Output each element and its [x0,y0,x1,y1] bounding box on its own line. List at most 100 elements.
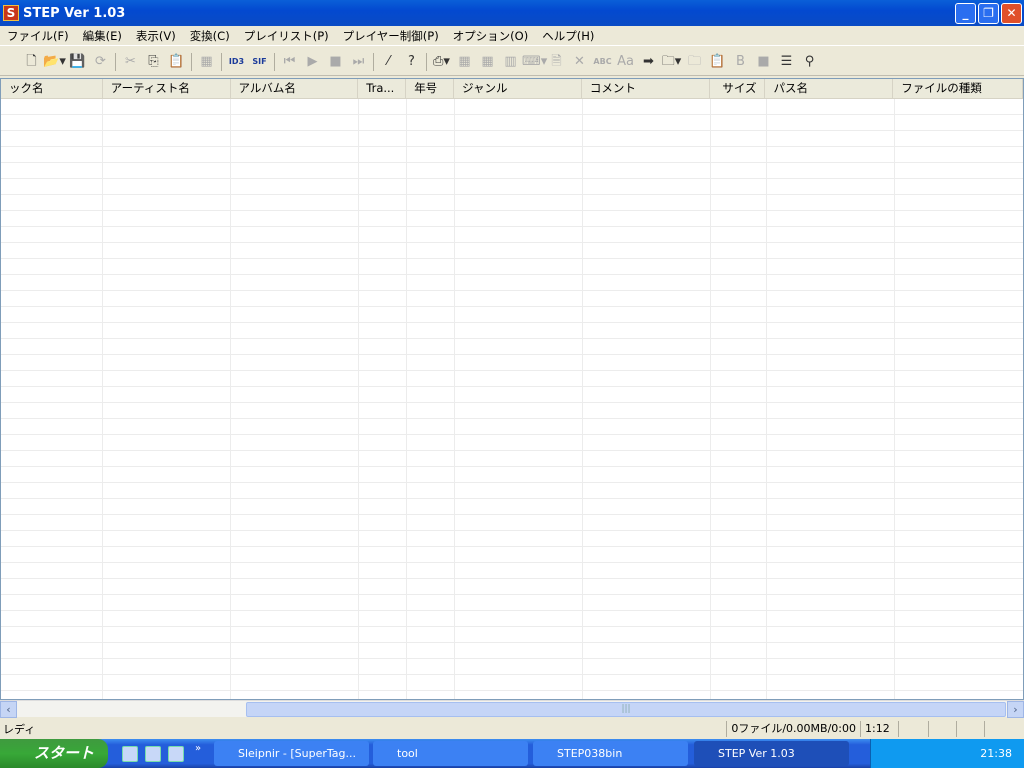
scroll-right-button[interactable]: › [1007,701,1024,718]
status-text: レディ [3,723,36,736]
toolbar-separator [115,52,116,71]
play-icon[interactable]: ▶ [301,51,324,73]
app-icon[interactable]: S [3,5,19,21]
convert-icon[interactable]: ⎙▾ [430,51,453,73]
menu-item[interactable]: 編集(E) [76,28,129,44]
scroll-left-button[interactable]: ‹ [0,701,17,718]
filename-icon[interactable]: B [729,51,752,73]
toolbar-separator [191,52,192,71]
menu-item[interactable]: ファイル(F) [0,28,76,44]
taskbar-button[interactable]: Sleipnir - [SuperTag... [214,741,369,766]
column-divider [582,99,583,699]
paste-icon[interactable]: 📋 [165,51,188,73]
taskbar-button[interactable]: STEP038bin [533,741,688,766]
taskbar-button[interactable]: STEP Ver 1.03 [694,741,849,766]
file-list[interactable]: ック名 アーティスト名 アルバム名 Tra... 年号 ジャンル コメント サイズ パス名 ファイ… [0,78,1024,700]
columns-icon[interactable]: ▥ [499,51,522,73]
list-header: ック名 アーティスト名 アルバム名 Tra... 年号 ジャンル コメント サイズ パス名 ファイ… [1,79,1023,99]
window-title: STEP Ver 1.03 [23,5,126,21]
previous-icon[interactable]: ⏮ [278,51,301,73]
system-tray: 21:38 [870,739,1024,768]
quicklaunch-j-icon[interactable] [168,746,184,762]
clipboard-add-icon[interactable]: 📋 [706,51,729,73]
open-folder-icon[interactable]: 📂▾ [43,51,66,73]
menu-item[interactable]: 表示(V) [129,28,183,44]
list-rows[interactable] [1,99,1023,699]
sort-list-icon[interactable]: ☰ [775,51,798,73]
column-divider [894,99,895,699]
menu-item[interactable]: ヘルプ(H) [535,28,601,44]
toolbar-separator [426,52,427,71]
toolbar-separator [274,52,275,71]
new-file-icon[interactable]: 🗋 [20,51,43,73]
column-header[interactable]: サイズ [710,79,766,98]
column-header[interactable]: ック名 [1,79,103,98]
taskbar: スタート » Sleipnir - [SuperTag... tool STEP03… [0,739,1024,768]
id3-tag-icon[interactable]: ID3 [225,51,248,73]
restore-button[interactable]: ❐ [978,3,999,24]
help-icon[interactable]: ? [400,51,423,73]
folder-gray-icon[interactable]: 🗀 [683,51,706,73]
arrow-list-icon[interactable]: ➡ [637,51,660,73]
quicklaunch-more-icon[interactable]: » [195,743,201,754]
clock[interactable]: 21:38 [980,747,1012,760]
toolbar-separator [373,52,374,71]
case-icon[interactable]: Aa [614,51,637,73]
menu-item[interactable]: オプション(O) [446,28,536,44]
column-header[interactable]: アーティスト名 [103,79,231,98]
abc-icon[interactable]: ABC [591,51,614,73]
table2-icon[interactable]: ▦ [476,51,499,73]
gray-box-icon[interactable]: ■ [752,51,775,73]
folder-star-icon[interactable]: 🗀▾ [660,51,683,73]
status-pane [898,721,928,737]
scroll-thumb[interactable]: ||| [246,702,1006,717]
copy-icon[interactable]: ⎘ [142,51,165,73]
minimize-button[interactable]: _ [955,3,976,24]
sif-id3v2-icon[interactable]: SIF [248,51,271,73]
taskbar-button[interactable]: tool [373,741,528,766]
column-divider [766,99,767,699]
delete-icon[interactable]: ✕ [568,51,591,73]
next-icon[interactable]: ⏭ [347,51,370,73]
title-bar: S STEP Ver 1.03 _ ❐ ✕ [0,0,1024,26]
column-divider [358,99,359,699]
column-header[interactable]: アルバム名 [231,79,359,98]
status-time: 1:12 [860,721,898,737]
menu-bar: ファイル(F) 編集(E) 表示(V) 変換(C) プレイリスト(P) プレイヤー制御(P… [0,26,1024,46]
table-icon[interactable]: ▦ [453,51,476,73]
menu-item[interactable]: プレイリスト(P) [237,28,336,44]
menu-item[interactable]: プレイヤー制御(P) [336,28,446,44]
column-header[interactable]: コメント [582,79,710,98]
taskbar-button-label: STEP038bin [557,747,623,760]
column-divider [230,99,231,699]
column-divider [710,99,711,699]
cut-icon[interactable]: ✂ [119,51,142,73]
document-icon[interactable]: 🗎 [545,51,568,73]
column-header[interactable]: ファイルの種類 [893,79,1023,98]
status-files: 0ファイル/0.00MB/0:00 [726,721,860,737]
close-button[interactable]: ✕ [1001,3,1022,24]
quicklaunch-app-icon[interactable] [145,746,161,762]
menu-item[interactable]: 変換(C) [183,28,237,44]
refresh-icon[interactable]: ⟳ [89,51,112,73]
status-bar: レディ 0ファイル/0.00MB/0:00 1:12 [0,719,1024,739]
column-header[interactable]: パス名 [765,79,894,98]
wand-icon[interactable]: ⁄ [377,51,400,73]
taskbar-button-label: tool [397,747,418,760]
taskbar-button-label: STEP Ver 1.03 [718,747,795,760]
stop-icon[interactable]: ■ [324,51,347,73]
grid-icon[interactable]: ▦ [195,51,218,73]
save-icon[interactable]: 💾 [66,51,89,73]
quicklaunch-desktop-icon[interactable] [122,746,138,762]
plug-icon[interactable]: ⚲ [798,51,821,73]
status-pane [928,721,956,737]
status-pane [984,721,1024,737]
column-header[interactable]: ジャンル [454,79,582,98]
column-header[interactable]: 年号 [406,79,455,98]
taskbar-button-label: Sleipnir - [SuperTag... [238,747,356,760]
column-divider [454,99,455,699]
column-header[interactable]: Tra... [358,79,407,98]
horizontal-scrollbar[interactable]: ‹ ||| › [0,700,1024,718]
start-button[interactable]: スタート [0,739,108,768]
keyboard-icon[interactable]: ⌨▾ [522,51,547,73]
